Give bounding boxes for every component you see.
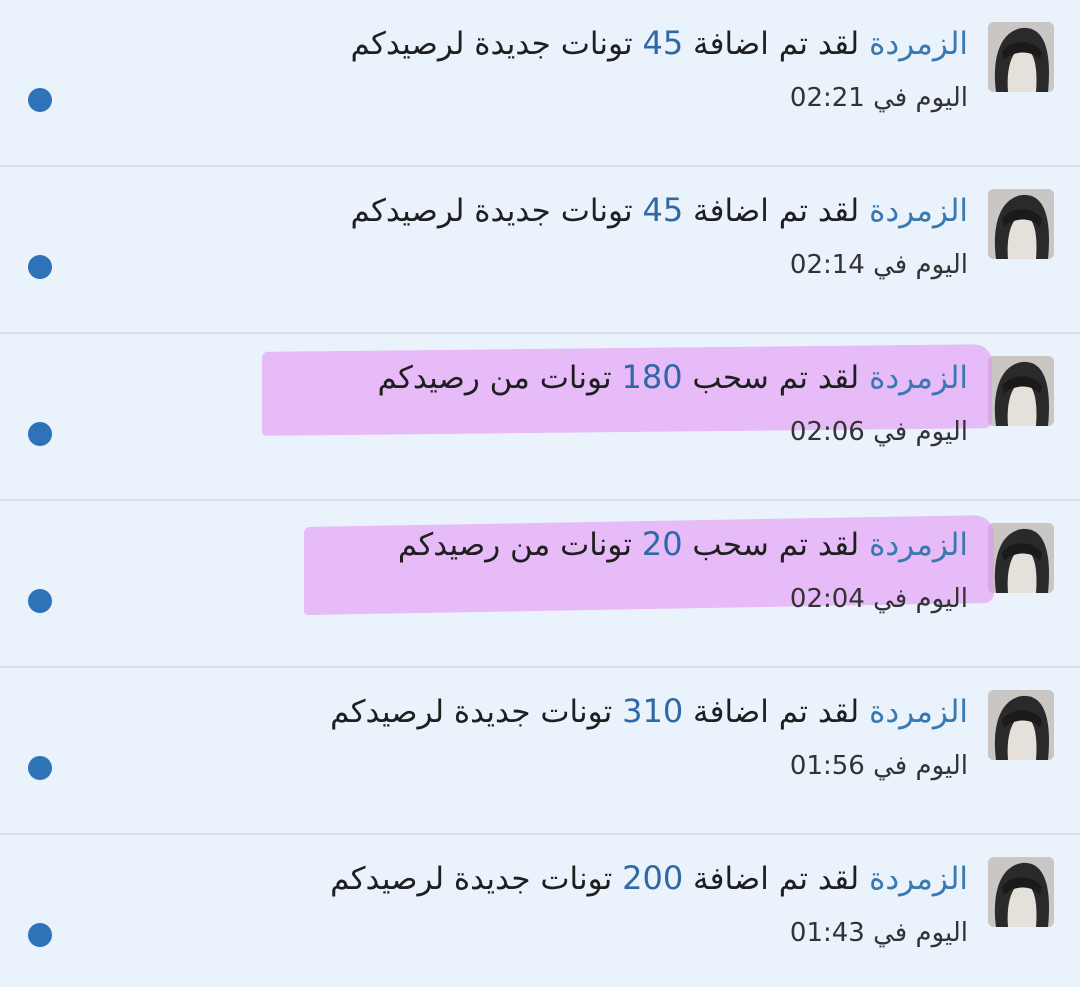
amount: 200 xyxy=(622,859,684,897)
notification-item[interactable]: الزمردة لقد تم سحب 180 تونات من رصيدكم ا… xyxy=(0,334,1080,501)
sender-link[interactable]: الزمردة xyxy=(869,861,968,897)
timestamp: اليوم في 02:04 xyxy=(789,584,968,614)
notification-text: الزمردة لقد تم سحب 20 تونات من رصيدكم xyxy=(397,525,968,563)
notification-item[interactable]: الزمردة لقد تم اضافة 200 تونات جديدة لرص… xyxy=(0,835,1080,987)
notification-text: الزمردة لقد تم اضافة 310 تونات جديدة لرص… xyxy=(330,692,968,730)
notification-item[interactable]: الزمردة لقد تم اضافة 45 تونات جديدة لرصي… xyxy=(0,0,1080,167)
avatar[interactable] xyxy=(988,356,1054,426)
notification-text: الزمردة لقد تم سحب 180 تونات من رصيدكم xyxy=(377,358,969,396)
unread-dot xyxy=(28,589,52,613)
unread-dot xyxy=(28,88,52,112)
sender-link[interactable]: الزمردة xyxy=(869,694,968,730)
unread-dot xyxy=(28,923,52,947)
amount: 45 xyxy=(642,191,684,229)
timestamp: اليوم في 02:21 xyxy=(789,83,968,113)
avatar[interactable] xyxy=(988,690,1054,760)
amount: 310 xyxy=(622,692,684,730)
notification-text: الزمردة لقد تم اضافة 45 تونات جديدة لرصي… xyxy=(350,191,968,229)
timestamp: اليوم في 02:06 xyxy=(789,417,968,447)
timestamp: اليوم في 01:56 xyxy=(789,751,968,781)
notification-item[interactable]: الزمردة لقد تم اضافة 45 تونات جديدة لرصي… xyxy=(0,167,1080,334)
sender-link[interactable]: الزمردة xyxy=(869,527,968,563)
amount: 45 xyxy=(642,24,684,62)
notification-text: الزمردة لقد تم اضافة 45 تونات جديدة لرصي… xyxy=(350,24,968,62)
sender-link[interactable]: الزمردة xyxy=(869,193,968,229)
sender-link[interactable]: الزمردة xyxy=(869,26,968,62)
avatar[interactable] xyxy=(988,22,1054,92)
avatar[interactable] xyxy=(988,189,1054,259)
notification-item[interactable]: الزمردة لقد تم سحب 20 تونات من رصيدكم ال… xyxy=(0,501,1080,668)
amount: 20 xyxy=(641,525,683,563)
sender-link[interactable]: الزمردة xyxy=(869,360,968,396)
avatar[interactable] xyxy=(988,857,1054,927)
unread-dot xyxy=(28,422,52,446)
timestamp: اليوم في 01:43 xyxy=(789,918,968,948)
timestamp: اليوم في 02:14 xyxy=(789,250,968,280)
amount: 180 xyxy=(621,358,683,396)
unread-dot xyxy=(28,255,52,279)
notification-list: الزمردة لقد تم اضافة 45 تونات جديدة لرصي… xyxy=(0,0,1080,987)
notification-item[interactable]: الزمردة لقد تم اضافة 310 تونات جديدة لرص… xyxy=(0,668,1080,835)
unread-dot xyxy=(28,756,52,780)
notification-text: الزمردة لقد تم اضافة 200 تونات جديدة لرص… xyxy=(330,859,968,897)
avatar[interactable] xyxy=(988,523,1054,593)
